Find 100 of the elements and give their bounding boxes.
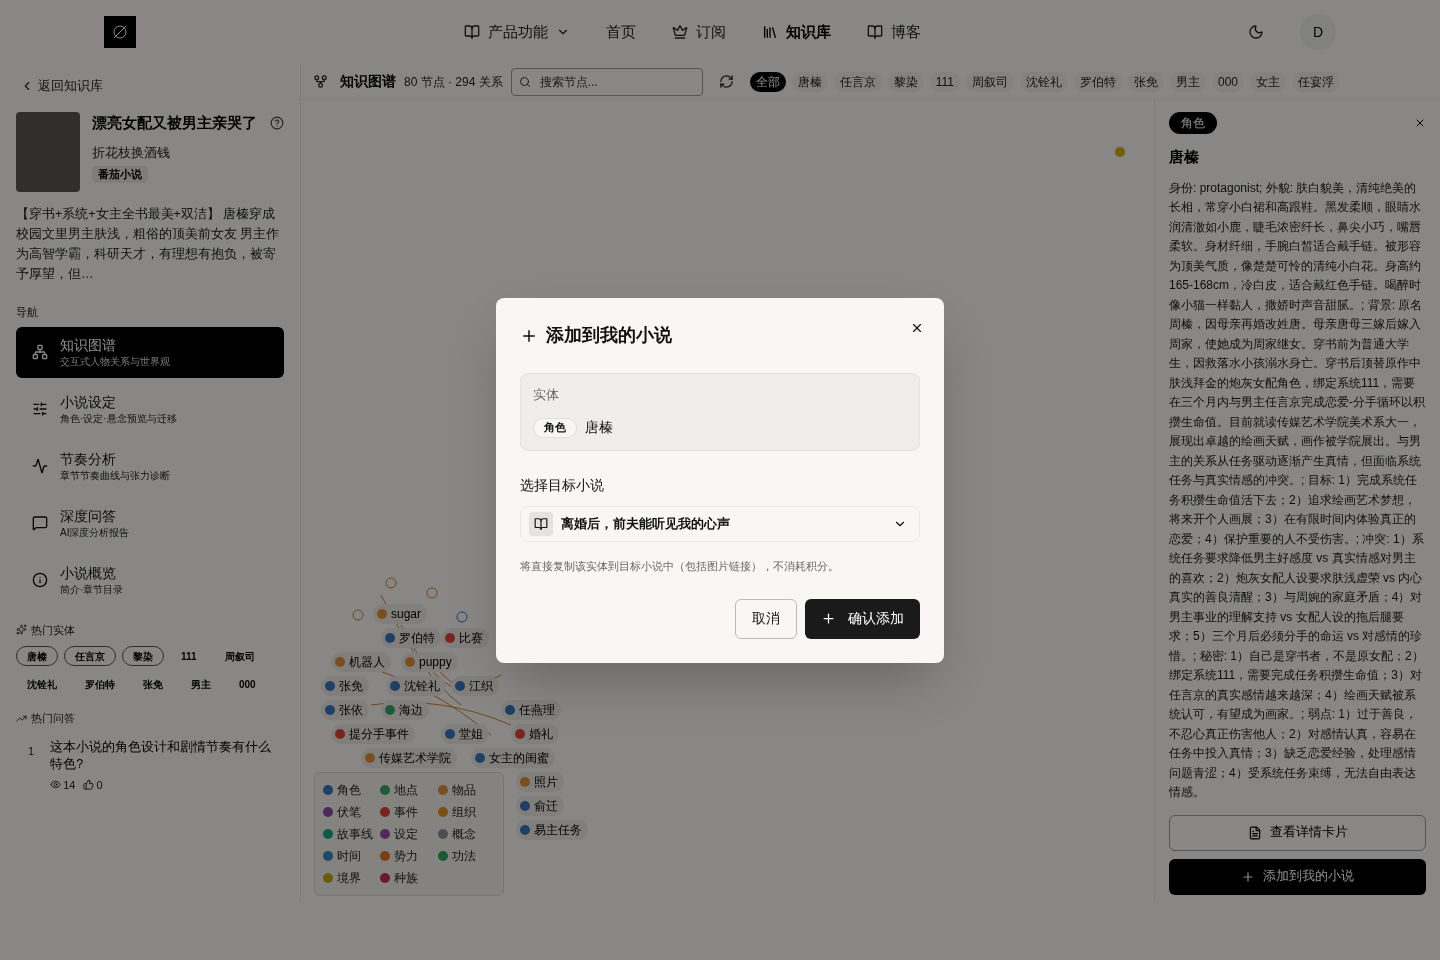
- logo-icon[interactable]: [104, 16, 136, 48]
- detail-card-button[interactable]: 查看详情卡片: [1169, 814, 1426, 851]
- sidebar-item[interactable]: 小说设定 角色·设定·悬念预览与迁移: [16, 383, 284, 435]
- section-heading: 热门问答: [31, 711, 75, 726]
- target-label: 选择目标小说: [520, 476, 605, 496]
- graph-node[interactable]: 堂姐: [441, 724, 489, 744]
- filter-chip[interactable]: 女主: [1250, 71, 1286, 92]
- crown-icon: [671, 24, 688, 40]
- graph-title: 知识图谱: [340, 72, 396, 91]
- question-link[interactable]: 这本小说的角色设计和剧情节奏有什么特色?: [50, 738, 284, 773]
- filter-chip[interactable]: 任宴浮: [1292, 71, 1340, 92]
- legend-label: 设定: [394, 826, 419, 843]
- filter-chip[interactable]: 全部: [749, 71, 786, 92]
- graph-node[interactable]: 照片: [516, 772, 564, 792]
- graph-node[interactable]: 任燕理: [501, 700, 561, 720]
- graph-node[interactable]: 俞迁: [516, 796, 564, 816]
- legend-label: 物品: [451, 782, 476, 799]
- filter-chip[interactable]: 任言京: [833, 71, 882, 92]
- graph-node[interactable]: 提分手事件: [331, 724, 415, 744]
- node-label: puppy: [419, 654, 452, 671]
- chat-icon: [32, 515, 48, 531]
- novel-select[interactable]: 离婚后，前夫能听见我的心声: [520, 506, 920, 543]
- document-icon: [1247, 825, 1262, 840]
- book-title: 漂亮女配又被男主亲哭了: [92, 113, 258, 133]
- sliders-icon: [32, 401, 48, 417]
- sidebar-item[interactable]: 深度问答 AI深度分析报告: [16, 497, 284, 549]
- like-count: 0: [96, 777, 103, 793]
- node-label: 张依: [339, 702, 363, 719]
- node-label: 婚礼: [529, 726, 553, 743]
- graph-node-icon[interactable]: [456, 611, 468, 623]
- filter-chip[interactable]: 黎染: [887, 71, 924, 92]
- plus-icon: [1241, 869, 1255, 884]
- sidebar-item[interactable]: 节奏分析 章节节奏曲线与张力诊断: [16, 440, 284, 492]
- graph-node[interactable]: 传媒艺术学院: [361, 748, 457, 768]
- filter-chip[interactable]: 111: [929, 71, 960, 92]
- nav-link[interactable]: 订阅: [671, 20, 726, 44]
- search-field[interactable]: 搜索节点...: [510, 67, 703, 96]
- graph-node-icon[interactable]: [385, 577, 397, 589]
- node-label: 比赛: [459, 630, 483, 647]
- graph-node[interactable]: 女主的闺蜜: [471, 748, 555, 768]
- graph-stats: 80 节点 · 294 关系: [404, 73, 503, 91]
- platform-tag: 番茄小说: [92, 166, 148, 183]
- node-label: 沈铨礼: [404, 678, 440, 695]
- rank-number: 1: [28, 743, 35, 759]
- refresh-icon[interactable]: [718, 74, 734, 89]
- back-link[interactable]: 返回知识库: [20, 68, 284, 104]
- entity-chip[interactable]: 罗伯特: [74, 674, 126, 694]
- graph-node[interactable]: 易主任务: [516, 820, 588, 840]
- entity-chip[interactable]: 000: [228, 674, 267, 694]
- library-icon: [761, 24, 778, 40]
- nav-link[interactable]: 首页: [605, 20, 636, 44]
- filter-chip[interactable]: 张免: [1127, 71, 1164, 92]
- graph-node[interactable]: 江织: [451, 676, 499, 696]
- graph-node[interactable]: 罗伯特: [381, 628, 441, 648]
- graph-node[interactable]: puppy: [401, 652, 458, 672]
- entity-chip[interactable]: 沈铨礼: [16, 674, 68, 694]
- type-badge: 角色: [1169, 112, 1217, 134]
- graph-node[interactable]: 比赛: [441, 628, 489, 648]
- legend-label: 角色: [337, 782, 361, 799]
- graph-node[interactable]: 婚礼: [511, 724, 559, 744]
- legend-label: 地点: [394, 782, 419, 799]
- entity-chip[interactable]: 张免: [132, 674, 174, 694]
- node-label: 易主任务: [534, 822, 582, 839]
- graph-node-icon[interactable]: [1114, 146, 1126, 158]
- graph-node-icon[interactable]: [426, 587, 438, 599]
- legend-label: 概念: [451, 826, 476, 843]
- eye-icon: [50, 779, 62, 791]
- graph-node-icon[interactable]: [352, 609, 364, 621]
- sidebar-item[interactable]: 小说概览 简介·章节目录: [16, 554, 284, 606]
- sidebar-item[interactable]: 知识图谱 交互式人物关系与世界观: [16, 326, 284, 378]
- sparkle-icon: [16, 624, 27, 636]
- filter-chip[interactable]: 000: [1211, 71, 1244, 92]
- legend-label: 时间: [337, 848, 361, 865]
- node-label: 海边: [399, 702, 423, 719]
- filter-chip[interactable]: 周叙司: [965, 71, 1014, 92]
- graph-node[interactable]: sugar: [373, 604, 428, 624]
- entity-chip[interactable]: 男主: [180, 674, 222, 694]
- filter-chip[interactable]: 唐榛: [791, 71, 828, 92]
- help-icon[interactable]: [270, 116, 284, 130]
- entity-chip[interactable]: 111: [170, 646, 208, 666]
- graph-node[interactable]: 张免: [321, 676, 369, 696]
- filter-chip[interactable]: 罗伯特: [1073, 71, 1122, 92]
- nav-link[interactable]: 博客: [866, 20, 921, 44]
- confirm-button[interactable]: 确认添加: [805, 598, 920, 639]
- book-icon: [529, 512, 553, 537]
- graph-node[interactable]: 沈铨礼: [386, 676, 446, 696]
- filter-chip[interactable]: 沈铨礼: [1019, 71, 1068, 92]
- filter-chip[interactable]: 男主: [1169, 71, 1206, 92]
- graph-node[interactable]: 海边: [381, 700, 429, 720]
- graph-node[interactable]: 机器人: [331, 652, 391, 672]
- add-to-novel-button[interactable]: 添加到我的小说: [1169, 858, 1426, 895]
- theme-toggle-icon[interactable]: [1248, 24, 1264, 40]
- node-label: 任燕理: [519, 702, 555, 719]
- nav-link[interactable]: 知识库: [761, 20, 831, 44]
- graph-node[interactable]: 张依: [321, 700, 369, 720]
- user-avatar[interactable]: D: [1300, 14, 1336, 50]
- entity-chip[interactable]: 周叙司: [213, 646, 266, 666]
- cancel-button[interactable]: 取消: [735, 598, 797, 639]
- legend-label: 境界: [337, 870, 361, 887]
- nav-link[interactable]: 产品功能: [463, 20, 570, 44]
